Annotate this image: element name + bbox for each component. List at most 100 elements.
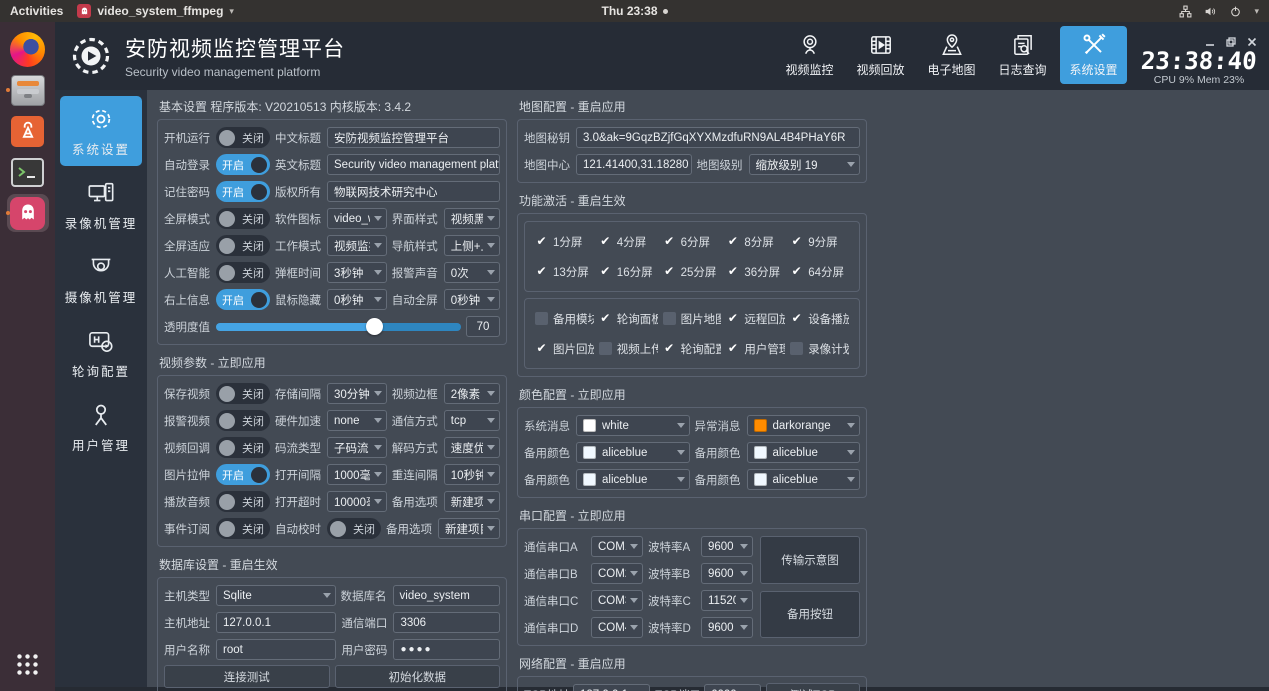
checkbox[interactable]: ✔13分屏: [535, 264, 594, 280]
toggle-switch-off[interactable]: 关闭: [216, 127, 270, 148]
text-input[interactable]: 127.0.0.1: [216, 612, 336, 633]
dropdown-select[interactable]: 缩放级别 19: [749, 154, 861, 175]
nav-log-query[interactable]: 日志查询: [989, 26, 1056, 84]
toggle-switch-off[interactable]: 关闭: [216, 383, 270, 404]
color-select[interactable]: aliceblue: [576, 442, 690, 463]
color-select[interactable]: darkorange: [747, 415, 861, 436]
checkbox[interactable]: ✔轮询配置: [663, 341, 722, 357]
dropdown-select[interactable]: 3秒钟: [327, 262, 387, 283]
sidebar-item-system-settings[interactable]: 系统设置: [60, 96, 142, 166]
text-input[interactable]: 安防视频监控管理平台: [327, 127, 500, 148]
connect-test-button[interactable]: 连接测试: [164, 665, 330, 688]
dropdown-select[interactable]: COM2: [591, 563, 643, 584]
dock-firefox[interactable]: [4, 29, 52, 69]
nav-system-settings[interactable]: 系统设置: [1060, 26, 1127, 84]
toggle-switch-on[interactable]: 开启: [216, 289, 270, 310]
dropdown-select[interactable]: 0秒钟: [444, 289, 500, 310]
toggle-switch-off[interactable]: 关闭: [216, 437, 270, 458]
checkbox[interactable]: ✔6分屏: [663, 234, 722, 250]
checkbox[interactable]: ✔设备播放: [790, 311, 849, 327]
checkbox[interactable]: ✔9分屏: [790, 234, 849, 250]
checkbox[interactable]: ✔轮询面板: [599, 311, 658, 327]
dropdown-select[interactable]: 上侧+上侧: [444, 235, 500, 256]
sidebar-item-poll-config[interactable]: 轮询配置: [60, 318, 142, 388]
test-tcp-button[interactable]: 测试TCP: [766, 683, 860, 691]
dock-video-system-app[interactable]: [4, 193, 52, 233]
dropdown-select[interactable]: 115200: [701, 590, 753, 611]
dropdown-select[interactable]: 9600: [701, 563, 753, 584]
dock-software[interactable]: [4, 111, 52, 151]
checkbox[interactable]: ✔图片回放: [535, 341, 594, 357]
dropdown-select[interactable]: 9600: [701, 536, 753, 557]
gnome-clock[interactable]: Thu 23:38: [601, 4, 667, 18]
dropdown-select[interactable]: 10000毫秒: [327, 491, 387, 512]
dropdown-select[interactable]: 9600: [701, 617, 753, 638]
toggle-switch-on[interactable]: 开启: [216, 181, 270, 202]
nav-video-monitor[interactable]: 视频监控: [776, 26, 843, 84]
toggle-switch-on[interactable]: 开启: [216, 154, 270, 175]
checkbox[interactable]: ✔16分屏: [599, 264, 658, 280]
show-applications-button[interactable]: [4, 643, 52, 685]
toggle-switch-off[interactable]: 关闭: [327, 518, 381, 539]
checkbox[interactable]: ✔64分屏: [790, 264, 849, 280]
text-input[interactable]: root: [216, 639, 336, 660]
focused-app-menu[interactable]: video_system_ffmpeg ▾: [77, 4, 234, 18]
text-input[interactable]: 121.41400,31.18280: [576, 154, 692, 175]
text-input[interactable]: 127.0.0.1: [573, 684, 650, 691]
sidebar-item-recorder-management[interactable]: 录像机管理: [60, 170, 142, 240]
password-input[interactable]: ●●●●: [393, 639, 500, 660]
restore-button[interactable]: [1226, 37, 1236, 47]
slider-knob[interactable]: [366, 318, 383, 335]
toggle-switch-off[interactable]: 关闭: [216, 410, 270, 431]
checkbox[interactable]: ✔4分屏: [599, 234, 658, 250]
checkbox[interactable]: ✔用户管理: [726, 341, 785, 357]
checkbox[interactable]: ✔1分屏: [535, 234, 594, 250]
checkbox[interactable]: 备用模块: [535, 311, 594, 327]
color-select[interactable]: aliceblue: [576, 469, 690, 490]
color-select[interactable]: aliceblue: [747, 469, 861, 490]
dropdown-select[interactable]: COM1: [591, 536, 643, 557]
dropdown-select[interactable]: tcp: [444, 410, 500, 431]
dropdown-select[interactable]: 新建项目: [438, 518, 500, 539]
dropdown-select[interactable]: 10秒钟: [444, 464, 500, 485]
dropdown-select[interactable]: none: [327, 410, 387, 431]
text-input[interactable]: 6000: [704, 684, 761, 691]
sidebar-item-camera-management[interactable]: 摄像机管理: [60, 244, 142, 314]
toggle-switch-off[interactable]: 关闭: [216, 235, 270, 256]
dropdown-select[interactable]: COM3: [591, 590, 643, 611]
text-input[interactable]: video_system: [393, 585, 500, 606]
dropdown-select[interactable]: 新建项目: [444, 491, 500, 512]
spare-button[interactable]: 备用按钮: [760, 591, 860, 639]
nav-video-playback[interactable]: 视频回放: [847, 26, 914, 84]
dropdown-select[interactable]: 0次: [444, 262, 500, 283]
toggle-switch-off[interactable]: 关闭: [216, 518, 270, 539]
dropdown-select[interactable]: 2像素: [444, 383, 500, 404]
transfer-diagram-button[interactable]: 传输示意图: [760, 536, 860, 584]
checkbox[interactable]: ✔36分屏: [726, 264, 785, 280]
checkbox[interactable]: 视频上传: [599, 341, 658, 357]
dropdown-select[interactable]: 1000毫秒: [327, 464, 387, 485]
dropdown-select[interactable]: 0秒钟: [327, 289, 387, 310]
dropdown-select[interactable]: 30分钟: [327, 383, 387, 404]
checkbox[interactable]: ✔25分屏: [663, 264, 722, 280]
system-status-area[interactable]: ▾: [1179, 5, 1269, 18]
dropdown-select[interactable]: COM4: [591, 617, 643, 638]
dropdown-select[interactable]: 视频黑: [444, 208, 500, 229]
text-input[interactable]: 物联网技术研究中心: [327, 181, 500, 202]
sidebar-item-user-management[interactable]: 用户管理: [60, 392, 142, 462]
text-input[interactable]: 3.0&ak=9GqzBZjfGqXYXMzdfuRN9AL4B4PHaY6R: [576, 127, 860, 148]
toggle-switch-off[interactable]: 关闭: [216, 262, 270, 283]
dropdown-select[interactable]: 视频监控: [327, 235, 387, 256]
activities-button[interactable]: Activities: [10, 4, 63, 18]
checkbox[interactable]: ✔远程回放: [726, 311, 785, 327]
checkbox[interactable]: 录像计划: [790, 341, 849, 357]
nav-electronic-map[interactable]: 电子地图: [918, 26, 985, 84]
toggle-switch-off[interactable]: 关闭: [216, 208, 270, 229]
color-select[interactable]: aliceblue: [747, 442, 861, 463]
minimize-button[interactable]: [1205, 37, 1215, 47]
checkbox[interactable]: 图片地图: [663, 311, 722, 327]
color-select[interactable]: white: [576, 415, 690, 436]
checkbox[interactable]: ✔8分屏: [726, 234, 785, 250]
dropdown-select[interactable]: 子码流: [327, 437, 387, 458]
dropdown-select[interactable]: Sqlite: [216, 585, 336, 606]
